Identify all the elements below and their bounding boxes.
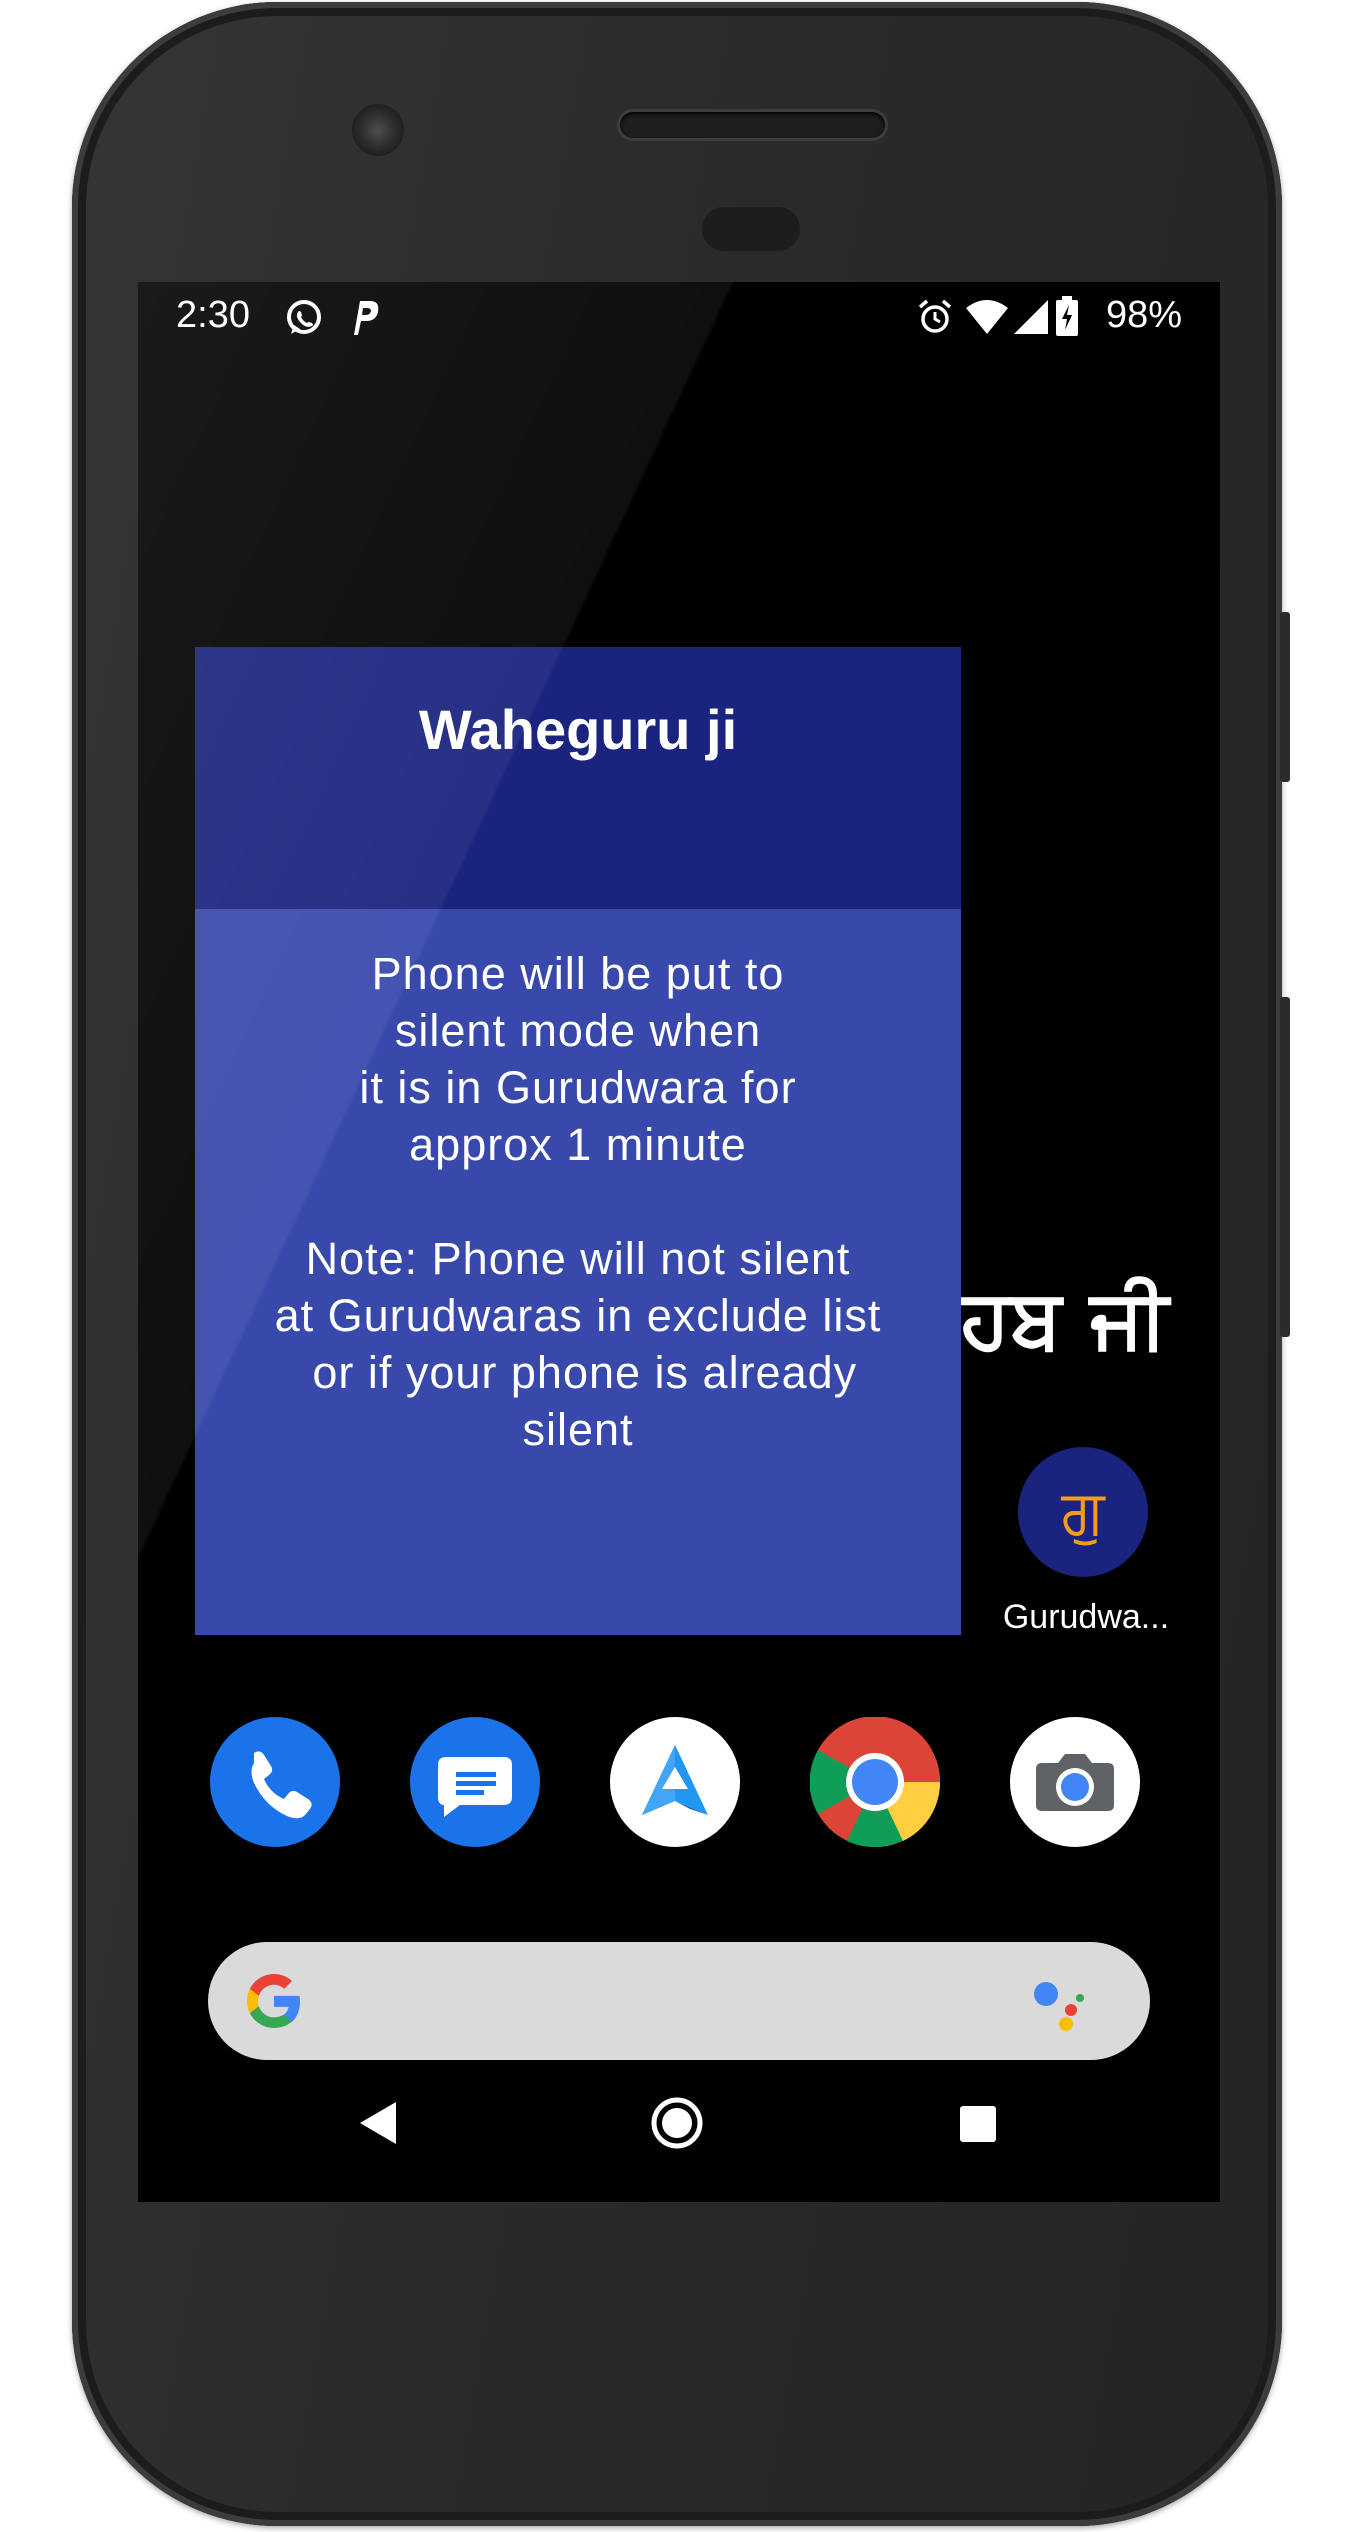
home-icon[interactable] xyxy=(650,2096,704,2150)
battery-charging-icon xyxy=(1056,296,1078,336)
dialog-note-line: Note: Phone will not silent xyxy=(305,1233,851,1284)
recents-icon[interactable] xyxy=(958,2104,998,2144)
gurudwara-app-label: Gurudwa... xyxy=(1002,1598,1170,1636)
dialog-line: Phone will be put to xyxy=(371,948,785,999)
screen: 2:30 98% ਹਬ ਜੀ ਗੁ Gurudwa... Waheguru ji… xyxy=(138,282,1220,2202)
dialog-line: approx 1 minute xyxy=(409,1119,747,1170)
phone-icon[interactable] xyxy=(210,1717,340,1847)
gurudwara-app-icon[interactable]: ਗੁ xyxy=(1018,1447,1148,1577)
dialog-note-line: at Gurudwaras in exclude list xyxy=(274,1290,882,1341)
camera-icon[interactable] xyxy=(1010,1717,1140,1847)
status-time: 2:30 xyxy=(176,294,250,336)
dialog-header: Waheguru ji xyxy=(195,647,961,909)
google-assistant-icon xyxy=(1034,1982,1084,2031)
parking-icon xyxy=(354,301,379,335)
dialog-message: Phone will be put to silent mode when it… xyxy=(195,945,961,1458)
back-icon[interactable] xyxy=(356,2098,400,2148)
proximity-sensor xyxy=(702,207,800,251)
whatsapp-icon xyxy=(287,300,321,334)
alarm-icon xyxy=(918,299,952,333)
signal-icon xyxy=(1014,300,1048,334)
dialog-note-line: or if your phone is already xyxy=(298,1347,858,1398)
volume-button xyxy=(1280,997,1290,1337)
front-camera xyxy=(352,104,404,156)
earpiece-speaker xyxy=(620,112,885,138)
google-g-icon xyxy=(247,1974,300,2028)
messages-icon[interactable] xyxy=(410,1717,540,1847)
dialog-line: it is in Gurudwara for xyxy=(359,1062,797,1113)
dialog-title: Waheguru ji xyxy=(418,698,738,761)
dialog-line: silent mode when xyxy=(394,1005,762,1056)
battery-percentage: 98% xyxy=(1105,294,1182,336)
chrome-icon[interactable] xyxy=(809,1716,941,1848)
info-dialog: Waheguru ji Phone will be put to silent … xyxy=(195,647,961,1635)
android-auto-icon[interactable] xyxy=(610,1717,740,1847)
google-search-bar[interactable] xyxy=(208,1942,1150,2060)
status-bar: 2:30 98% xyxy=(138,282,1220,352)
dialog-note-line: silent xyxy=(522,1404,634,1455)
home-widget-text: ਹਬ ਜੀ xyxy=(960,1272,1169,1367)
power-button xyxy=(1280,612,1290,782)
wifi-icon xyxy=(966,300,1008,334)
